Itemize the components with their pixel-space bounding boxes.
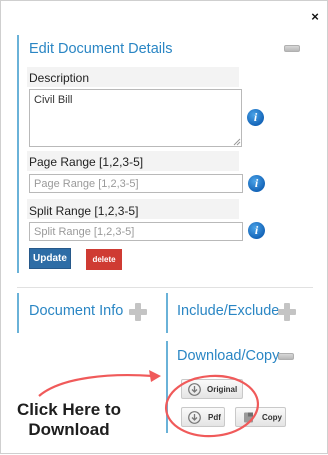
page-range-info-icon[interactable]: i [248, 175, 265, 192]
close-icon[interactable]: × [309, 10, 321, 23]
copy-icon [244, 412, 253, 423]
document-info-panel [17, 293, 19, 333]
split-range-label: Split Range [1,2,3-5] [29, 204, 139, 218]
download-copy-panel [166, 341, 168, 433]
update-button[interactable]: Update [29, 248, 71, 269]
copy-button[interactable]: Copy [235, 407, 286, 427]
description-label: Description [29, 71, 90, 85]
collapse-edit-icon[interactable] [284, 45, 300, 52]
split-range-info-icon[interactable]: i [248, 222, 265, 239]
expand-include-exclude-icon[interactable] [278, 303, 296, 321]
split-range-input[interactable] [29, 222, 243, 241]
delete-button[interactable]: delete [86, 249, 122, 270]
description-textarea[interactable]: Civil Bill [29, 89, 242, 147]
edit-document-title: Edit Document Details [29, 41, 173, 57]
annotation-arrow [38, 374, 154, 397]
original-label: Original [207, 385, 238, 394]
page-range-label: Page Range [1,2,3-5] [29, 155, 144, 169]
description-info-icon[interactable]: i [247, 109, 264, 126]
section-divider [17, 287, 313, 288]
annotation-line-2: Download [28, 420, 110, 439]
download-copy-title: Download/Copy [177, 348, 280, 364]
collapse-download-copy-icon[interactable] [278, 353, 294, 360]
annotation-arrowhead [149, 370, 161, 382]
include-exclude-title[interactable]: Include/Exclude [177, 303, 279, 319]
pdf-label: Pdf [208, 413, 221, 422]
resize-grip-icon[interactable] [233, 138, 241, 146]
page-range-input[interactable] [29, 174, 243, 193]
original-download-button[interactable]: Original [181, 379, 243, 399]
expand-document-info-icon[interactable] [129, 303, 147, 321]
document-info-title[interactable]: Document Info [29, 303, 123, 319]
dialog-frame: × Edit Document Details Description Civi… [0, 0, 328, 454]
download-icon [188, 411, 201, 424]
annotation-text: Click Here to Download [5, 400, 133, 440]
download-icon [188, 383, 201, 396]
include-exclude-panel [166, 293, 168, 333]
copy-label: Copy [262, 413, 282, 422]
annotation-line-1: Click Here to [17, 400, 121, 419]
pdf-download-button[interactable]: Pdf [181, 407, 225, 427]
